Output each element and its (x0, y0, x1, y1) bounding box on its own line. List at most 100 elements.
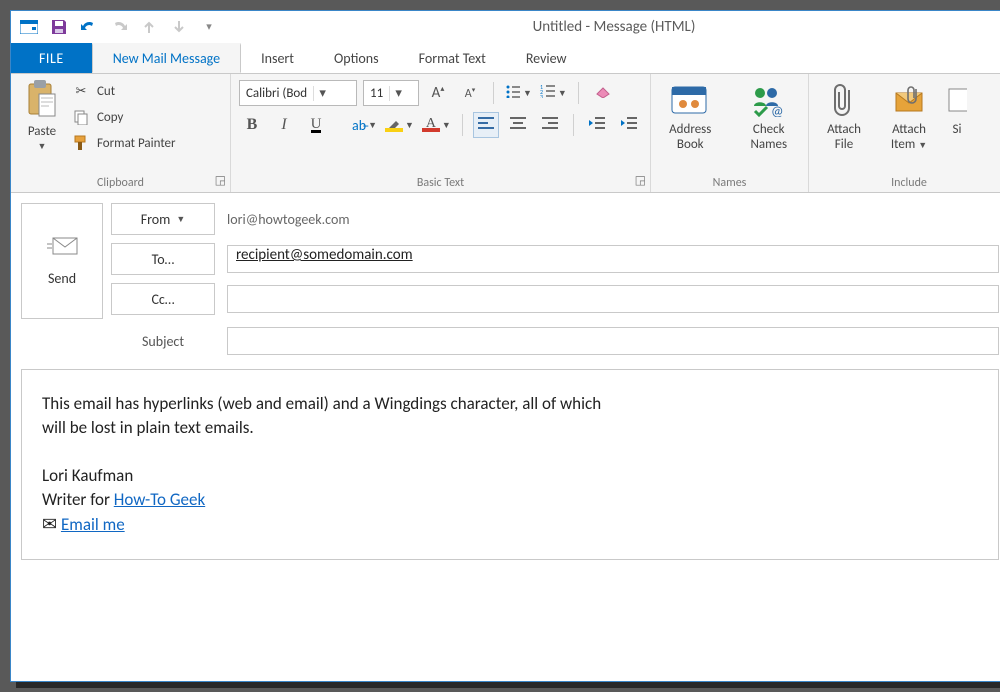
tab-file[interactable]: FILE (11, 43, 92, 73)
check-names-label: Check Names (750, 122, 787, 152)
paste-icon (25, 78, 59, 122)
to-field[interactable]: recipient@somedomain.com (227, 245, 999, 273)
font-color-icon: A (422, 118, 440, 132)
group-clipboard: Paste ▼ ✂ Cut Copy (11, 74, 231, 192)
underline-button[interactable]: U (303, 112, 329, 138)
tab-new-mail-message[interactable]: New Mail Message (92, 43, 241, 73)
italic-button[interactable]: I (271, 112, 297, 138)
tab-format-text[interactable]: Format Text (399, 43, 506, 73)
align-left-button[interactable] (473, 112, 499, 138)
signature-email-line: ✉ Email me (42, 512, 978, 537)
font-size-value: 11 (364, 86, 389, 101)
quick-access-toolbar: ▾ (15, 14, 223, 40)
align-right-icon (542, 117, 558, 133)
undo-icon[interactable] (75, 14, 103, 40)
shrink-font-button[interactable]: A▾ (457, 80, 483, 106)
highlight-icon (385, 118, 403, 132)
scissors-icon: ✂ (71, 84, 91, 99)
from-row: From ▼ lori@howtogeek.com (111, 203, 999, 235)
increase-indent-button[interactable] (616, 112, 642, 138)
strikethrough-icon: ab̶ (352, 117, 366, 134)
numbering-icon: 123 (540, 84, 556, 102)
to-button[interactable]: To… (111, 243, 215, 275)
decrease-indent-button[interactable] (584, 112, 610, 138)
cc-row: Cc… (111, 283, 999, 315)
body-line-2: will be lost in plain text emails. (42, 416, 978, 440)
font-size-combo[interactable]: 11 ▾ (363, 80, 419, 106)
body-line-1: This email has hyperlinks (web and email… (42, 392, 978, 416)
strikethrough-button[interactable]: ab̶▼ (351, 112, 378, 138)
check-names-button[interactable]: @ Check Names (738, 80, 801, 152)
copy-button[interactable]: Copy (71, 106, 176, 128)
bullets-button[interactable]: ▼ (504, 80, 533, 106)
group-label-basic-text: Basic Text (239, 174, 642, 190)
email-me-link[interactable]: Email me (61, 514, 125, 535)
group-label-include: Include (817, 174, 1000, 190)
grow-font-button[interactable]: A▴ (425, 80, 451, 106)
signature-button[interactable]: Si (947, 80, 967, 153)
clear-formatting-button[interactable] (589, 80, 615, 106)
howto-geek-link[interactable]: How-To Geek (114, 489, 205, 510)
cc-field[interactable] (227, 285, 999, 313)
from-value[interactable]: lori@howtogeek.com (227, 211, 999, 228)
subject-field[interactable] (227, 327, 999, 355)
cut-label: Cut (97, 84, 115, 99)
window-title: Untitled - Message (HTML) (223, 18, 1000, 36)
address-book-button[interactable]: Address Book (659, 80, 722, 152)
address-book-label: Address Book (669, 122, 711, 152)
align-center-icon (510, 117, 526, 133)
basic-text-dialog-launcher-icon[interactable]: ◲ (635, 173, 646, 188)
align-left-icon (478, 117, 494, 133)
paste-label: Paste (28, 124, 56, 139)
ribbon-tabs: FILE New Mail Message Insert Options For… (11, 43, 1000, 73)
format-painter-button[interactable]: Format Painter (71, 132, 176, 154)
compose-area: Send From ▼ lori@howtogeek.com To… recip… (11, 193, 1000, 560)
font-name-combo[interactable]: Calibri (Bod ▾ (239, 80, 357, 106)
attach-item-button[interactable]: Attach Item ▼ (881, 80, 937, 153)
cc-button[interactable]: Cc… (111, 283, 215, 315)
align-center-button[interactable] (505, 112, 531, 138)
separator (573, 114, 574, 136)
separator (462, 114, 463, 136)
grow-font-icon: A▴ (432, 84, 445, 102)
message-body[interactable]: This email has hyperlinks (web and email… (21, 369, 999, 560)
title-bar: ▾ Untitled - Message (HTML) (11, 11, 1000, 43)
tab-options[interactable]: Options (314, 43, 399, 73)
signature-label: Si (953, 122, 962, 137)
redo-icon[interactable] (105, 14, 133, 40)
subject-row: Subject (111, 327, 999, 355)
separator (578, 82, 579, 104)
bullets-icon (505, 84, 521, 102)
from-button[interactable]: From ▼ (111, 203, 215, 235)
group-names: Address Book @ Check Names Names (651, 74, 809, 192)
group-basic-text: Calibri (Bod ▾ 11 ▾ A▴ A▾ (231, 74, 651, 192)
tab-insert[interactable]: Insert (241, 43, 314, 73)
signature-icon (947, 80, 967, 120)
send-button[interactable]: Send (21, 203, 103, 319)
group-label-clipboard: Clipboard (19, 174, 222, 190)
next-item-icon[interactable] (165, 14, 193, 40)
envelope-wingding-icon: ✉ (42, 513, 57, 535)
shrink-font-icon: A▾ (465, 85, 475, 101)
address-book-icon (670, 80, 710, 120)
save-icon[interactable] (45, 14, 73, 40)
highlight-button[interactable]: ▼ (384, 112, 415, 138)
cc-label: Cc… (151, 291, 174, 308)
tab-review[interactable]: Review (506, 43, 587, 73)
qat-customize-icon[interactable]: ▾ (195, 14, 223, 40)
from-label: From (141, 211, 171, 228)
cut-button[interactable]: ✂ Cut (71, 80, 176, 102)
align-right-button[interactable] (537, 112, 563, 138)
prev-item-icon[interactable] (135, 14, 163, 40)
paste-button[interactable]: Paste ▼ (19, 78, 65, 154)
attach-file-button[interactable]: Attach File (817, 80, 871, 153)
numbering-button[interactable]: 123 ▼ (539, 80, 568, 106)
outlook-compose-window: ▾ Untitled - Message (HTML) FILE New Mai… (10, 10, 1000, 682)
copy-icon (71, 109, 91, 125)
window-icon[interactable] (15, 14, 43, 40)
svg-text:3: 3 (540, 93, 543, 98)
clipboard-dialog-launcher-icon[interactable]: ◲ (215, 173, 226, 188)
font-color-button[interactable]: A ▼ (421, 112, 452, 138)
bold-button[interactable]: B (239, 112, 265, 138)
signature-writer-line: Writer for How-To Geek (42, 488, 978, 512)
